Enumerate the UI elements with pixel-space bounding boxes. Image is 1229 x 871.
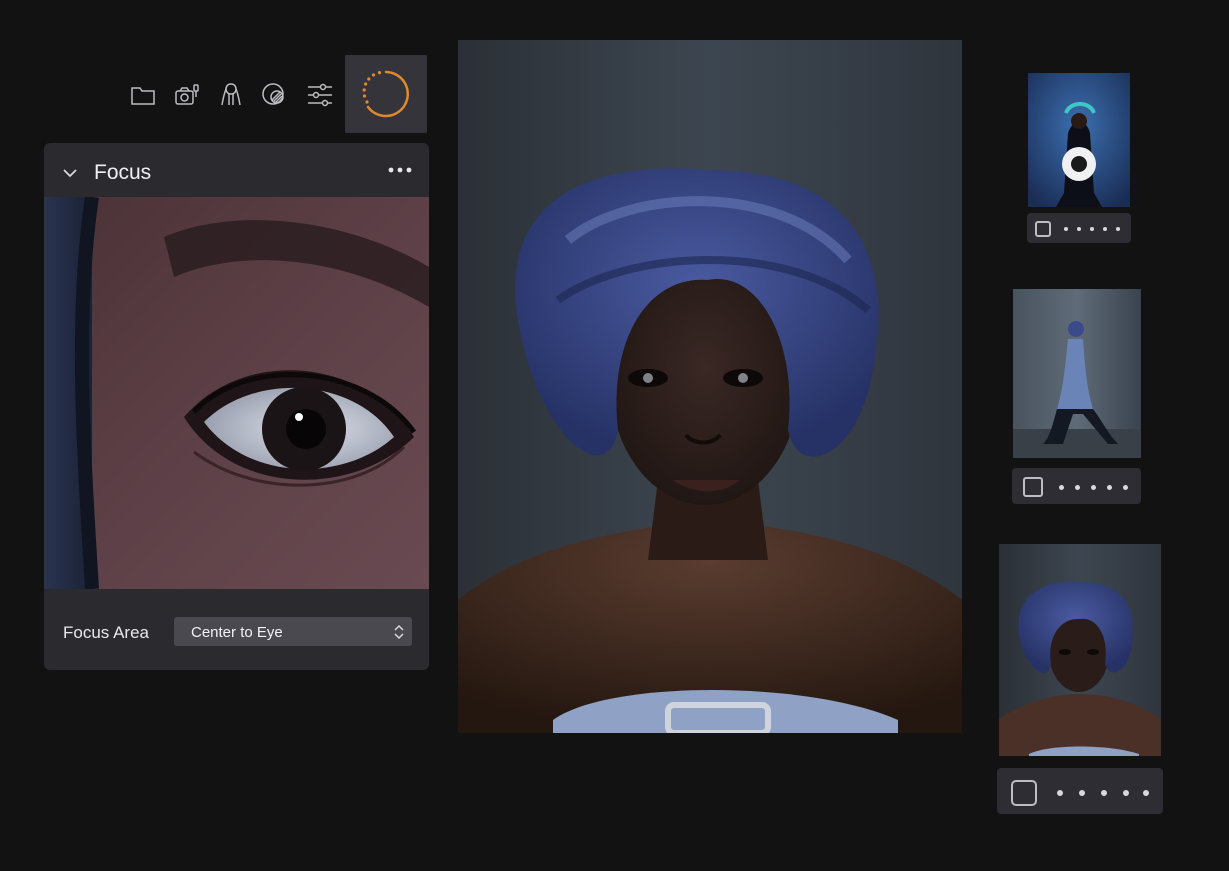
- rating-dot[interactable]: [1123, 485, 1128, 490]
- focus-zoom-image: [44, 197, 429, 589]
- rating-dot[interactable]: [1123, 790, 1129, 796]
- thumbnail-1[interactable]: [1028, 73, 1130, 207]
- thumbnail-1-bar: [1027, 213, 1131, 243]
- chevron-down-icon[interactable]: [62, 167, 78, 179]
- thumbnail-2-checkbox[interactable]: [1023, 477, 1043, 497]
- thumbnail-3-checkbox[interactable]: [1011, 780, 1037, 806]
- rating-dot[interactable]: [1077, 227, 1081, 231]
- rating-dot[interactable]: [1101, 790, 1107, 796]
- focus-tool-button[interactable]: [345, 55, 427, 133]
- thumbnail-1-checkbox[interactable]: [1035, 221, 1051, 237]
- sliders-icon[interactable]: [305, 80, 335, 110]
- focus-panel-header: Focus: [44, 143, 429, 197]
- focus-area-label: Focus Area: [63, 623, 149, 642]
- rating-dot[interactable]: [1103, 227, 1107, 231]
- main-photo: [458, 40, 962, 733]
- thumbnail-2[interactable]: [1013, 289, 1141, 458]
- rating-dot[interactable]: [1143, 790, 1149, 796]
- rating-dot[interactable]: [1116, 227, 1120, 231]
- panel-title: Focus: [94, 161, 152, 184]
- thumbnail-2-bar: [1012, 468, 1141, 504]
- more-options-icon[interactable]: [387, 165, 413, 175]
- folder-icon[interactable]: [128, 80, 158, 110]
- camera-icon[interactable]: [172, 80, 202, 110]
- rating-dot[interactable]: [1079, 790, 1085, 796]
- focus-area-select[interactable]: Center to Eye: [174, 617, 412, 646]
- rating-dot[interactable]: [1057, 790, 1063, 796]
- rating-dot[interactable]: [1064, 227, 1068, 231]
- thumbnail-3-bar: [997, 768, 1163, 814]
- rating-dot[interactable]: [1075, 485, 1080, 490]
- rating-dot[interactable]: [1090, 227, 1094, 231]
- focus-area-value: Center to Eye: [191, 624, 283, 641]
- portrait-icon[interactable]: [216, 80, 246, 110]
- rating-dot[interactable]: [1059, 485, 1064, 490]
- color-wheel-icon[interactable]: [259, 80, 289, 110]
- select-arrows-icon: [394, 624, 404, 640]
- focus-ring-icon: [362, 70, 409, 118]
- focus-panel: Focus Focus Area Center to Eye: [44, 143, 429, 670]
- rating-dot[interactable]: [1091, 485, 1096, 490]
- thumbnail-3[interactable]: [999, 544, 1161, 756]
- rating-dot[interactable]: [1107, 485, 1112, 490]
